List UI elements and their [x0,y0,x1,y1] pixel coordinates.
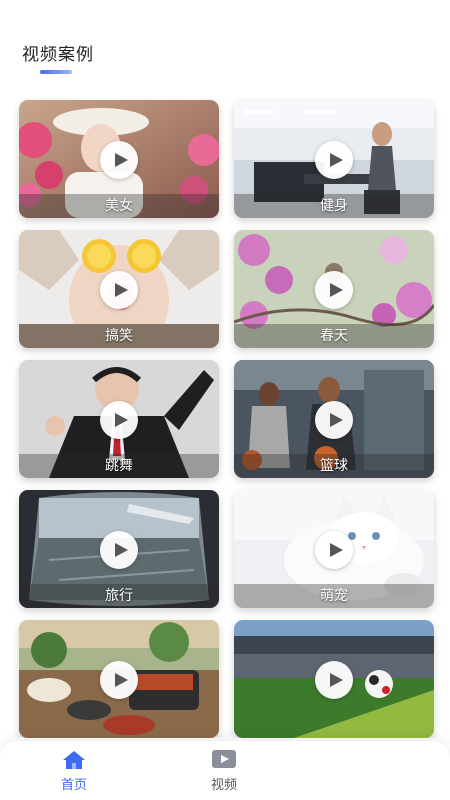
play-button[interactable] [100,141,138,179]
video-card-fitness[interactable]: 健身 [234,100,434,218]
play-icon [329,673,343,687]
card-caption: 健身 [320,198,348,214]
video-grid: 美女 健身 搞笑 春天 跳舞 篮球 旅行 萌宠 [0,98,450,738]
play-icon [329,413,343,427]
bottom-tab-bar: 首页 视频 [0,740,450,800]
play-button[interactable] [100,661,138,699]
card-caption: 搞笑 [105,328,133,344]
header: 视频案例 [0,0,450,90]
tab-home[interactable]: 首页 [24,741,124,800]
play-button[interactable] [100,401,138,439]
tab-label: 首页 [60,778,87,793]
play-icon [114,153,128,167]
card-caption: 旅行 [105,588,133,604]
video-card-beauty[interactable]: 美女 [19,100,219,218]
card-caption: 萌宠 [320,588,348,604]
video-card-dance[interactable]: 跳舞 [19,360,219,478]
card-caption: 春天 [320,328,348,344]
title-underline [40,70,72,74]
tab-label: 视频 [210,778,237,793]
video-card-food[interactable] [19,620,219,738]
play-button[interactable] [315,401,353,439]
play-icon [114,283,128,297]
video-icon [212,750,236,768]
video-card-basketball[interactable]: 篮球 [234,360,434,478]
video-card-funny[interactable]: 搞笑 [19,230,219,348]
play-icon [329,283,343,297]
play-button[interactable] [100,271,138,309]
play-icon [329,543,343,557]
play-icon [114,673,128,687]
play-icon [114,413,128,427]
video-card-spring[interactable]: 春天 [234,230,434,348]
play-button[interactable] [100,531,138,569]
video-card-travel[interactable]: 旅行 [19,490,219,608]
play-button[interactable] [315,271,353,309]
play-icon [329,153,343,167]
tab-video[interactable]: 视频 [174,741,274,800]
card-caption: 篮球 [320,458,348,474]
card-caption: 美女 [105,198,133,214]
play-button[interactable] [315,661,353,699]
play-button[interactable] [315,141,353,179]
video-card-pets[interactable]: 萌宠 [234,490,434,608]
card-caption: 跳舞 [105,458,133,474]
video-card-football[interactable] [234,620,434,738]
page-title: 视频案例 [22,45,94,65]
play-button[interactable] [315,531,353,569]
play-icon [114,543,128,557]
home-icon [63,751,85,769]
